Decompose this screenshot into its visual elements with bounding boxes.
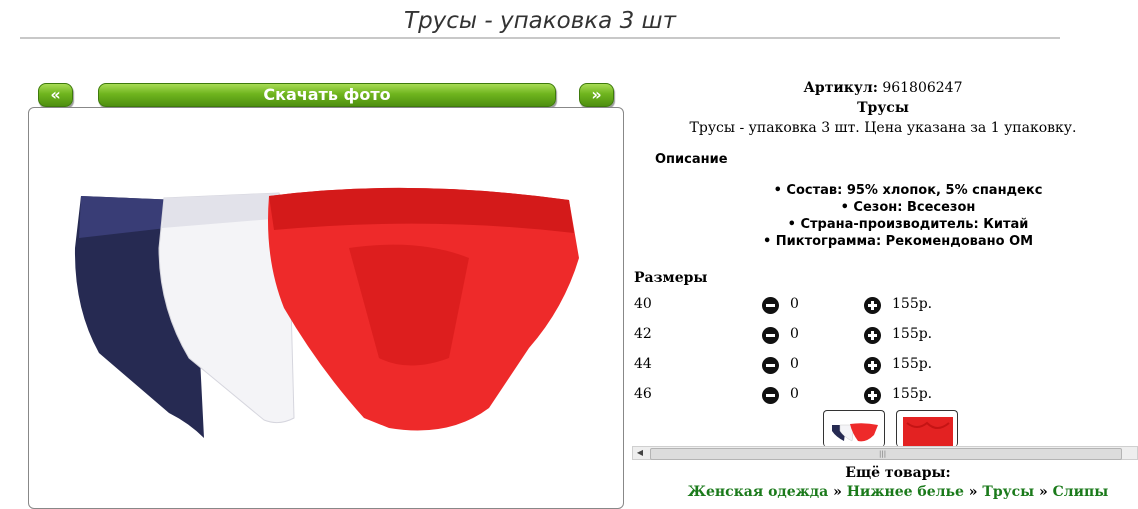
size-label: 40 xyxy=(634,296,652,312)
crumb-separator: » xyxy=(833,484,842,500)
product-photo xyxy=(74,187,579,438)
article-line: Артикул: 961806247 xyxy=(628,80,1138,96)
quantity-value: 0 xyxy=(790,296,799,312)
next-photo-button[interactable]: » xyxy=(579,83,614,107)
sizes-heading: Размеры xyxy=(634,270,708,286)
page-title: Трусы - упаковка 3 шт xyxy=(404,8,676,34)
thumbnail-set-image xyxy=(832,423,878,442)
product-name: Трусы xyxy=(857,100,909,116)
size-price: 155р. xyxy=(892,296,933,312)
quantity-value: 0 xyxy=(790,326,799,342)
size-row: 40 0 155р. xyxy=(628,296,1138,316)
size-row: 42 0 155р. xyxy=(628,326,1138,346)
bullet-composition: • Состав: 95% хлопок, 5% спандекс xyxy=(773,183,1043,198)
increase-icon[interactable] xyxy=(864,357,881,374)
prev-photo-button[interactable]: « xyxy=(38,83,73,107)
scrollbar-grip: ||| xyxy=(879,450,887,458)
thumbnail-lace[interactable] xyxy=(896,410,958,447)
breadcrumb: Женская одежда » Нижнее белье » Трусы » … xyxy=(628,484,1138,500)
crumb-underwear[interactable]: Нижнее белье xyxy=(847,484,964,500)
more-products-heading: Ещё товары: xyxy=(845,465,951,481)
increase-icon[interactable] xyxy=(864,327,881,344)
product-photo-frame xyxy=(28,107,624,509)
scrollbar-thumb[interactable]: ||| xyxy=(650,448,1122,460)
increase-icon[interactable] xyxy=(864,297,881,314)
size-price: 155р. xyxy=(892,356,933,372)
quantity-value: 0 xyxy=(790,356,799,372)
size-label: 46 xyxy=(634,386,652,402)
size-row: 44 0 155р. xyxy=(628,356,1138,376)
download-photo-button[interactable]: Скачать фото xyxy=(98,83,556,107)
title-divider xyxy=(20,37,1060,39)
size-price: 155р. xyxy=(892,326,933,342)
crumb-briefs[interactable]: Трусы xyxy=(982,484,1034,500)
decrease-icon[interactable] xyxy=(762,357,779,374)
size-row: 46 0 155р. xyxy=(628,386,1138,406)
bullet-season: • Сезон: Всесезон xyxy=(840,200,976,215)
article-value: 961806247 xyxy=(882,80,963,96)
crumb-separator: » xyxy=(968,484,978,500)
thumbnail-set[interactable] xyxy=(823,410,885,447)
article-label: Артикул: xyxy=(803,80,878,96)
crumb-separator: » xyxy=(1039,484,1048,500)
increase-icon[interactable] xyxy=(864,387,881,404)
bullet-pictogram: • Пиктограмма: Рекомендовано ОМ xyxy=(762,234,1034,249)
product-summary: Трусы - упаковка 3 шт. Цена указана за 1… xyxy=(689,120,1077,136)
quantity-value: 0 xyxy=(790,386,799,402)
scroll-left-icon[interactable]: ◀ xyxy=(633,447,647,459)
size-label: 42 xyxy=(634,326,652,342)
decrease-icon[interactable] xyxy=(762,297,779,314)
decrease-icon[interactable] xyxy=(762,387,779,404)
bullet-country: • Страна-производитель: Китай xyxy=(787,217,1029,232)
decrease-icon[interactable] xyxy=(762,327,779,344)
description-heading: Описание xyxy=(655,152,728,167)
size-price: 155р. xyxy=(892,386,933,402)
crumb-women-clothing[interactable]: Женская одежда xyxy=(688,484,829,500)
thumbnail-lace-image xyxy=(903,417,953,447)
thumbnail-scrollbar[interactable]: ◀ ||| xyxy=(632,446,1138,460)
size-label: 44 xyxy=(634,356,652,372)
crumb-slips[interactable]: Слипы xyxy=(1053,484,1109,500)
